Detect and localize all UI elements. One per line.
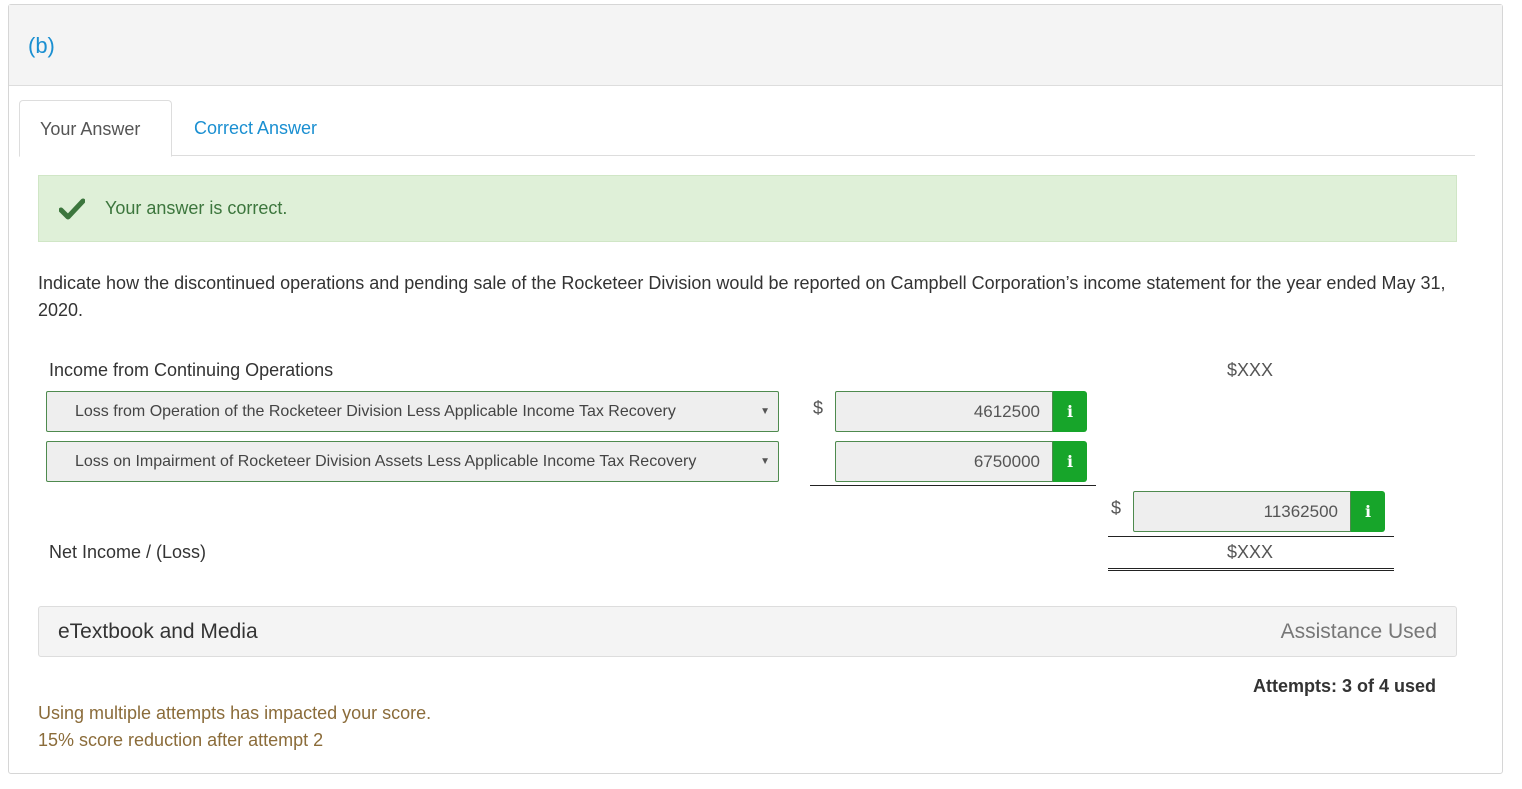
question-text: Indicate how the discontinued operations… bbox=[38, 273, 1446, 320]
part-label: (b) bbox=[28, 33, 55, 58]
income-continuing-label: Income from Continuing Operations bbox=[49, 360, 334, 380]
attempts-counter: Attempts: 3 of 4 used bbox=[1252, 676, 1436, 696]
info-icon[interactable]: i bbox=[1053, 391, 1087, 432]
penalty-line-2: 15% score reduction after attempt 2 bbox=[38, 730, 324, 750]
score-penalty-notice: Using multiple attempts has impacted you… bbox=[38, 700, 431, 754]
tab-correct-answer[interactable]: Correct Answer bbox=[174, 100, 337, 156]
line-item-select-2[interactable]: Loss on Impairment of Rocketeer Division… bbox=[46, 441, 779, 482]
net-income-value: $XXX bbox=[1226, 542, 1274, 562]
income-continuing-value: $XXX bbox=[1226, 360, 1274, 380]
info-icon[interactable]: i bbox=[1053, 441, 1087, 482]
tab-your-answer[interactable]: Your Answer bbox=[19, 100, 172, 157]
panel-header: (b) bbox=[9, 5, 1502, 86]
feedback-alert: Your answer is correct. bbox=[38, 175, 1457, 242]
line-item-select-1-value: Loss from Operation of the Rocketeer Div… bbox=[75, 403, 676, 420]
net-income-double-rule bbox=[1108, 568, 1394, 571]
assistance-status: Assistance Used bbox=[1280, 620, 1437, 643]
line-item-select-1[interactable]: Loss from Operation of the Rocketeer Div… bbox=[46, 391, 779, 432]
penalty-line-1: Using multiple attempts has impacted you… bbox=[38, 703, 432, 723]
total-amount-input[interactable]: 11362500 bbox=[1133, 491, 1351, 532]
chevron-down-icon: ▼ bbox=[760, 456, 770, 467]
amount-input-1[interactable]: 4612500 bbox=[835, 391, 1053, 432]
total-rule bbox=[1108, 536, 1394, 537]
amount-input-2[interactable]: 6750000 bbox=[835, 441, 1053, 482]
currency-symbol: $ bbox=[1111, 498, 1122, 518]
info-icon[interactable]: i bbox=[1351, 491, 1385, 532]
net-income-label: Net Income / (Loss) bbox=[49, 542, 207, 562]
line-item-select-2-value: Loss on Impairment of Rocketeer Division… bbox=[75, 453, 697, 470]
currency-symbol: $ bbox=[813, 398, 824, 418]
etextbook-media-bar[interactable]: eTextbook and Media Assistance Used bbox=[38, 606, 1457, 657]
answer-tabs: Your Answer Correct Answer bbox=[19, 100, 1475, 157]
chevron-down-icon: ▼ bbox=[760, 406, 770, 417]
checkmark-icon bbox=[58, 198, 86, 220]
feedback-message: Your answer is correct. bbox=[105, 198, 288, 218]
subtotal-rule bbox=[810, 485, 1096, 486]
etextbook-title: eTextbook and Media bbox=[58, 620, 258, 643]
